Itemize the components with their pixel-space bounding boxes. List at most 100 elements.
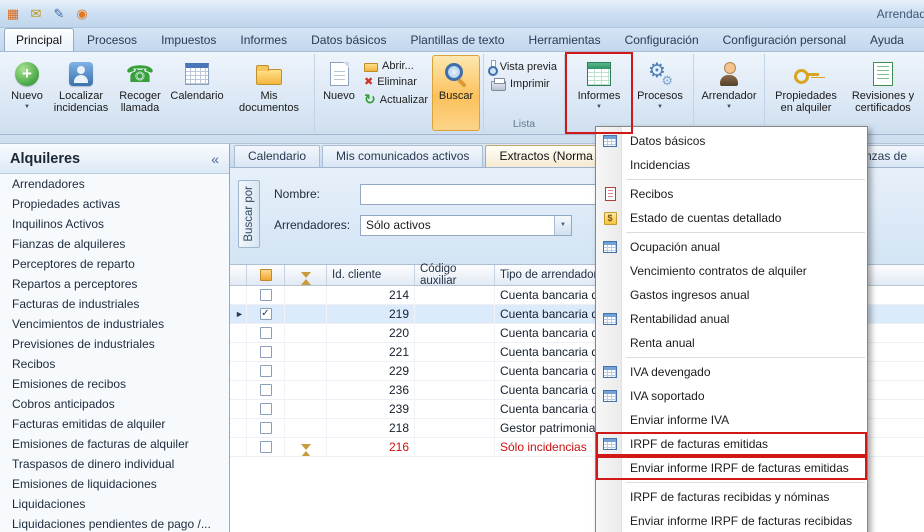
quick-access-icon[interactable] xyxy=(4,5,22,23)
menu-item-label: Ocupación anual xyxy=(621,240,720,254)
menu-item[interactable]: Estado de cuentas detallado xyxy=(596,206,867,230)
sidebar-item[interactable]: Arrendadores xyxy=(0,174,229,194)
menu-item[interactable]: Vencimiento contratos de alquiler xyxy=(596,259,867,283)
menu-item[interactable]: Enviar informe IVA xyxy=(596,408,867,432)
ribbon-tab[interactable]: Datos básicos xyxy=(300,29,397,51)
ribbon-tab[interactable]: Configuración personal xyxy=(712,29,857,51)
sidebar-item[interactable]: Facturas de industriales xyxy=(0,294,229,314)
checkbox[interactable] xyxy=(260,441,272,453)
row-checkbox-cell[interactable] xyxy=(247,343,285,361)
sidebar-item[interactable]: Vencimientos de industriales xyxy=(0,314,229,334)
menu-item[interactable]: Enviar informe IRPF de facturas recibida… xyxy=(596,509,867,532)
ribbon-tab[interactable]: Impuestos xyxy=(150,29,227,51)
ribbon-button-abrir[interactable]: Abrir... xyxy=(362,60,430,72)
row-checkbox-cell[interactable] xyxy=(247,324,285,342)
quick-access-icon[interactable] xyxy=(50,5,68,23)
menu-item[interactable]: Gastos ingresos anual xyxy=(596,283,867,307)
sidebar-item[interactable]: Perceptores de reparto xyxy=(0,254,229,274)
ribbon-tab[interactable]: Herramientas xyxy=(518,29,612,51)
ribbon-tab[interactable]: Informes xyxy=(229,29,298,51)
sidebar-item[interactable]: Inquilinos Activos xyxy=(0,214,229,234)
document-tab[interactable]: Calendario xyxy=(234,145,320,167)
sidebar-item[interactable]: Previsiones de industriales xyxy=(0,334,229,354)
row-indicator: ► xyxy=(230,324,247,342)
menu-item-label: Enviar informe IRPF de facturas recibida… xyxy=(621,514,852,528)
row-checkbox-cell[interactable] xyxy=(247,400,285,418)
ribbon-button-arrendador[interactable]: Arrendador ▼ xyxy=(697,55,761,131)
menu-item[interactable]: Datos básicos xyxy=(596,129,867,153)
sidebar-item[interactable]: Propiedades activas xyxy=(0,194,229,214)
sidebar-item[interactable]: Emisiones de liquidaciones xyxy=(0,474,229,494)
checkbox[interactable] xyxy=(260,365,272,377)
checkbox[interactable] xyxy=(260,289,272,301)
menu-item-label: Gastos ingresos anual xyxy=(621,288,749,302)
menu-item[interactable]: IVA soportado xyxy=(596,384,867,408)
ribbon-button-localizar-incidencias[interactable]: Localizar incidencias xyxy=(49,55,113,131)
ribbon-button-nuevo[interactable]: Nuevo ▼ xyxy=(5,55,49,131)
menu-item[interactable]: IRPF de facturas recibidas y nóminas xyxy=(596,485,867,509)
sidebar-item[interactable]: Liquidaciones xyxy=(0,494,229,514)
cell-codigo-auxiliar xyxy=(415,381,495,399)
ribbon-button-imprimir[interactable]: Imprimir xyxy=(489,77,559,91)
ribbon-tab[interactable]: Ayuda xyxy=(859,29,915,51)
ribbon-tab[interactable]: Principal xyxy=(4,28,74,51)
chevron-down-icon[interactable]: ▼ xyxy=(554,216,571,235)
ribbon-button-buscar[interactable]: Buscar xyxy=(432,55,480,131)
sidebar-item[interactable]: Facturas emitidas de alquiler xyxy=(0,414,229,434)
row-checkbox-cell[interactable] xyxy=(247,381,285,399)
sidebar-item-list: ArrendadoresPropiedades activasInquilino… xyxy=(0,174,229,532)
ribbon-tab[interactable]: Plantillas de texto xyxy=(399,29,515,51)
collapse-chevron-icon[interactable]: « xyxy=(211,151,219,167)
ribbon-tab[interactable]: Configuración xyxy=(614,29,710,51)
menu-item[interactable]: IRPF de facturas emitidas xyxy=(596,432,867,456)
sidebar-item[interactable]: Cobros anticipados xyxy=(0,394,229,414)
header-id-cliente[interactable]: Id. cliente xyxy=(327,265,415,285)
checkbox[interactable] xyxy=(260,327,272,339)
menu-item[interactable]: Ocupación anual xyxy=(596,235,867,259)
header-codigo-auxiliar[interactable]: Código auxiliar xyxy=(415,265,495,285)
sidebar-item[interactable]: Fianzas de alquileres xyxy=(0,234,229,254)
menu-item[interactable]: Renta anual xyxy=(596,331,867,355)
sidebar-item[interactable]: Liquidaciones pendientes de pago /... xyxy=(0,514,229,532)
menu-item[interactable]: IVA devengado xyxy=(596,360,867,384)
checkbox[interactable] xyxy=(260,308,272,320)
ribbon-button-nuevo-registro[interactable]: Nuevo xyxy=(318,55,360,131)
arrendadores-select[interactable]: Sólo activos ▼ xyxy=(360,215,572,236)
row-checkbox-cell[interactable] xyxy=(247,286,285,304)
ribbon-button-mis-documentos[interactable]: Mis documentos xyxy=(227,55,311,131)
menu-item[interactable]: Recibos xyxy=(596,182,867,206)
checkbox[interactable] xyxy=(260,403,272,415)
sidebar-item[interactable]: Emisiones de recibos xyxy=(0,374,229,394)
quick-access-icon[interactable] xyxy=(73,5,91,23)
checkbox[interactable] xyxy=(260,384,272,396)
ribbon-button-calendario[interactable]: Calendario xyxy=(167,55,227,131)
sidebar-item[interactable]: Traspasos de dinero individual xyxy=(0,454,229,474)
quick-access-icon[interactable] xyxy=(27,5,45,23)
checkbox[interactable] xyxy=(260,422,272,434)
sidebar-item[interactable]: Recibos xyxy=(0,354,229,374)
ribbon-button-revisiones-certificados[interactable]: Revisiones y certificados xyxy=(844,55,922,131)
ribbon-tab[interactable]: Procesos xyxy=(76,29,148,51)
sidebar-item-label: Fianzas de alquileres xyxy=(12,237,125,251)
menu-item[interactable]: Incidencias xyxy=(596,153,867,177)
ribbon-button-recoger-llamada[interactable]: Recoger llamada xyxy=(113,55,167,131)
ribbon-button-procesos[interactable]: Procesos ▼ xyxy=(630,55,690,131)
header-checkbox-column[interactable] xyxy=(247,265,285,285)
document-tab[interactable]: Mis comunicados activos xyxy=(322,145,483,167)
menu-item[interactable]: Rentabilidad anual xyxy=(596,307,867,331)
menu-item[interactable]: Enviar informe IRPF de facturas emitidas xyxy=(596,456,867,480)
ribbon-button-vista-previa[interactable]: Vista previa xyxy=(489,60,559,74)
row-hourglass-cell xyxy=(285,362,327,380)
sidebar-item[interactable]: Emisiones de facturas de alquiler xyxy=(0,434,229,454)
ribbon-button-eliminar[interactable]: Eliminar xyxy=(362,75,430,88)
header-hourglass-column[interactable] xyxy=(285,265,327,285)
ribbon-button-informes[interactable]: Informes ▼ xyxy=(568,55,630,131)
row-checkbox-cell[interactable] xyxy=(247,419,285,437)
row-checkbox-cell[interactable] xyxy=(247,362,285,380)
ribbon-button-actualizar[interactable]: Actualizar xyxy=(362,91,430,108)
row-checkbox-cell[interactable] xyxy=(247,305,285,323)
ribbon-button-propiedades-en-alquiler[interactable]: Propiedades en alquiler xyxy=(768,55,844,131)
sidebar-item[interactable]: Repartos a perceptores xyxy=(0,274,229,294)
checkbox[interactable] xyxy=(260,346,272,358)
row-checkbox-cell[interactable] xyxy=(247,438,285,456)
